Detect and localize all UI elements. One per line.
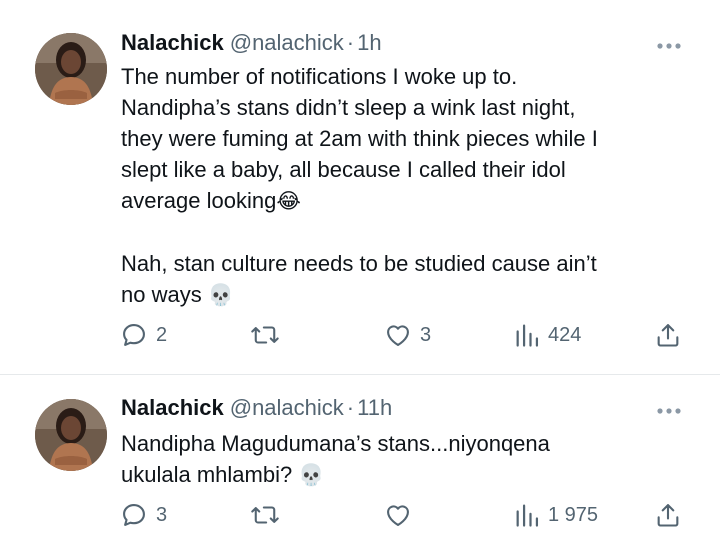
chat-bubble-icon — [123, 504, 145, 526]
share-icon — [657, 324, 679, 347]
avatar-photo-icon — [35, 399, 107, 471]
tweet-header: Nalachick @nalachick · 1h — [121, 29, 382, 57]
skull-emoji: 💀 — [207, 283, 234, 307]
tweet-text-line: no ways 💀 — [121, 279, 691, 311]
skull-emoji: 💀 — [298, 463, 325, 487]
tweet-text-fragment: average looking — [121, 188, 277, 213]
more-dots-icon — [657, 43, 681, 49]
view-count: 1 975 — [548, 503, 599, 526]
reply-count: 3 — [156, 503, 168, 526]
bar-chart-icon — [516, 504, 539, 527]
tweet-text-line: average looking😂 — [121, 185, 691, 217]
views-button[interactable]: 424 — [514, 320, 581, 350]
view-count: 424 — [548, 323, 582, 346]
like-button[interactable]: 3 — [384, 320, 431, 350]
share-button[interactable] — [654, 320, 682, 350]
more-dots-icon — [657, 408, 681, 414]
share-icon — [657, 504, 679, 527]
tweet[interactable]: Nalachick @nalachick · 11h Nandipha Magudum… — [0, 375, 720, 560]
avatar[interactable] — [35, 33, 107, 105]
tweet-text-line: slept like a baby, all because I called … — [121, 157, 566, 182]
tweet-text-line: The number of notifications I woke up to… — [121, 64, 518, 89]
user-handle[interactable]: @nalachick — [230, 395, 344, 420]
timestamp[interactable]: 1h — [357, 30, 381, 55]
repost-icon — [251, 506, 279, 524]
heart-icon — [387, 325, 409, 346]
display-name[interactable]: Nalachick — [121, 395, 224, 420]
tweet-text-line: Nandipha Magudumana’s stans...niyonqena — [121, 431, 550, 456]
timestamp[interactable]: 11h — [357, 395, 392, 420]
avatar-photo-icon — [35, 33, 107, 105]
more-options-button[interactable] — [654, 38, 684, 49]
tweet-text-line: Nandipha’s stans didn’t sleep a wink las… — [121, 95, 576, 120]
tweet-text-line: ukulala mhlambi? 💀 — [121, 459, 691, 491]
tweet-text-line: Nah, stan culture needs to be studied ca… — [121, 251, 597, 276]
tweet[interactable]: Nalachick @nalachick · 1h The number of not… — [0, 0, 720, 374]
reply-count: 2 — [156, 323, 168, 346]
tweet-text: The number of notifications I woke up to… — [121, 61, 691, 311]
repost-button[interactable] — [250, 500, 288, 530]
like-count: 3 — [420, 323, 432, 346]
tweet-text-line: they were fuming at 2am with think piece… — [121, 126, 598, 151]
separator-dot: · — [346, 395, 355, 420]
tweet-text: Nandipha Magudumana’s stans...niyonqena … — [121, 428, 691, 491]
tweet-header: Nalachick @nalachick · 11h — [121, 394, 392, 422]
action-bar: 2 3 424 — [0, 320, 720, 350]
bar-chart-icon — [516, 324, 539, 347]
user-handle[interactable]: @nalachick — [230, 30, 344, 55]
repost-button[interactable] — [250, 320, 288, 350]
tweet-text-fragment: no ways — [121, 282, 202, 307]
chat-bubble-icon — [123, 324, 145, 346]
tweet-text-fragment: ukulala mhlambi? — [121, 462, 293, 487]
display-name[interactable]: Nalachick — [121, 30, 224, 55]
more-options-button[interactable] — [654, 403, 684, 414]
reply-button[interactable]: 3 — [120, 500, 167, 530]
laughing-emoji: 😂 — [276, 189, 301, 213]
views-button[interactable]: 1 975 — [514, 500, 598, 530]
action-bar: 3 1 975 — [0, 500, 720, 530]
share-button[interactable] — [654, 500, 682, 530]
heart-icon — [387, 505, 409, 526]
like-button[interactable] — [384, 500, 420, 530]
separator-dot: · — [346, 30, 355, 55]
repost-icon — [251, 326, 279, 344]
reply-button[interactable]: 2 — [120, 320, 167, 350]
avatar[interactable] — [35, 399, 107, 471]
